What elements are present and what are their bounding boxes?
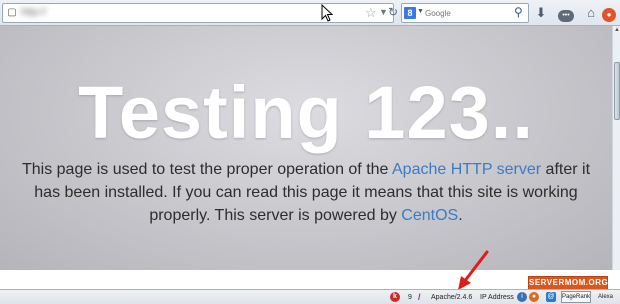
pagerank-addon[interactable]: @	[546, 292, 556, 303]
status-bar: k 9 / Apache/2.4.6 IP Address i ● @ Page…	[0, 289, 620, 304]
home-icon: ⌂	[587, 5, 595, 20]
pagerank-button[interactable]: PageRank	[561, 291, 591, 303]
page-description: This page is used to test the proper ope…	[20, 158, 592, 227]
server-spy-icon: /	[418, 292, 421, 302]
addon-icon: •••	[558, 10, 574, 22]
home-button[interactable]: ⌂	[583, 4, 599, 22]
search-bar[interactable]: 8 ▼ ⚲	[401, 3, 529, 23]
k-addon[interactable]: k	[390, 292, 400, 303]
page-title: Testing 123..	[78, 71, 534, 154]
addon-button[interactable]: •••	[555, 4, 577, 22]
info-icon: i	[517, 292, 527, 302]
url-text: http://	[21, 7, 47, 18]
server-signature[interactable]: Apache/2.4.6	[431, 292, 472, 303]
scrollbar-thumb[interactable]	[614, 62, 620, 120]
vertical-scrollbar[interactable]: ▲	[612, 26, 620, 270]
download-button[interactable]: ⬇	[533, 4, 549, 22]
download-arrow-icon: ⬇	[535, 5, 547, 20]
description-text-1: This page is used to test the proper ope…	[21, 161, 389, 178]
search-input[interactable]	[425, 6, 511, 20]
mouse-pointer-icon	[321, 4, 333, 22]
chevron-down-icon[interactable]: ▼	[379, 7, 388, 17]
scroll-up-icon[interactable]: ▲	[613, 26, 620, 34]
extension-icon: ●	[602, 8, 616, 22]
alexa-label[interactable]: Alexa	[598, 292, 613, 303]
extension-button[interactable]: ●	[601, 4, 617, 22]
addon-count: 9	[408, 294, 412, 301]
search-engine-icon[interactable]: 8	[404, 7, 416, 19]
reload-icon[interactable]: ↻	[388, 5, 398, 19]
firefox-addon[interactable]: ●	[529, 292, 539, 303]
engine-dropdown-icon[interactable]: ▼	[417, 8, 424, 15]
centos-link[interactable]: CentOS	[401, 207, 458, 224]
watermark-logo: SERVERMOM.ORG	[528, 276, 608, 290]
page-icon: ▢	[7, 7, 17, 18]
description-end: .	[458, 207, 463, 224]
url-bar[interactable]: ▢ http:// ☆ ▼ ↻	[2, 3, 398, 23]
navigation-toolbar: ▢ http:// ☆ ▼ ↻ 8 ▼ ⚲ ⬇ ••• ⌂ ●	[0, 0, 620, 26]
k-icon: k	[390, 292, 400, 302]
page-content: Testing 123.. This page is used to test …	[0, 26, 612, 270]
red-arrow-annotation	[458, 250, 489, 290]
firefox-icon: ●	[529, 292, 539, 302]
bookmark-star-icon[interactable]: ☆	[365, 5, 377, 21]
info-addon[interactable]: i	[517, 292, 527, 303]
page-lower-area	[0, 270, 620, 289]
search-icon[interactable]: ⚲	[514, 5, 523, 19]
ip-address-label[interactable]: IP Address	[480, 292, 514, 303]
pagerank-icon: @	[546, 292, 556, 302]
apache-link[interactable]: Apache HTTP server	[392, 161, 541, 178]
